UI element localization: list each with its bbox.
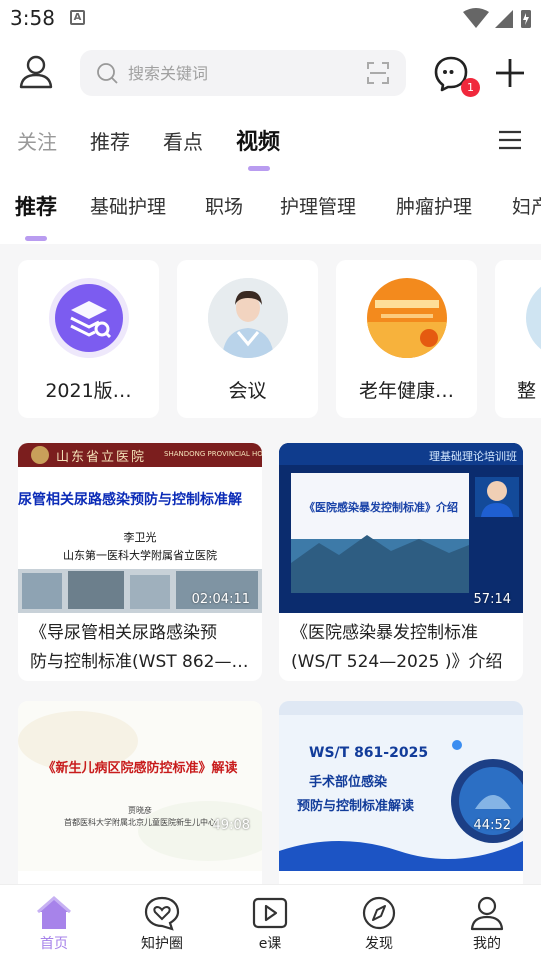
category-card[interactable]: 会议 — [177, 260, 318, 418]
subtab-indicator — [25, 236, 47, 241]
subtab-obstetrics[interactable]: 妇产 — [512, 192, 541, 219]
video-title-line: (WS/T 524—2025 )》介绍 — [291, 652, 503, 672]
thumb-banner: 理基础理论培训班 — [429, 450, 517, 463]
video-duration: 49:08 — [212, 818, 250, 833]
nav-mine[interactable]: 我的 — [447, 895, 527, 959]
video-card[interactable]: 山东省立医院 SHANDONG PROVINCIAL HO 尿管相关尿路感染预防… — [18, 443, 262, 681]
tab-follow[interactable]: 关注 — [17, 126, 57, 155]
subtab-workplace[interactable]: 职场 — [205, 192, 243, 219]
top-bar: 1 — [0, 36, 541, 110]
video-card[interactable]: 《新生儿病区院感防控标准》解读 贾晓彦 首都医科大学附属北京儿童医院新生儿中心 … — [18, 701, 262, 901]
search-bar[interactable] — [80, 50, 406, 96]
video-thumbnail: 理基础理论培训班 《医院感染暴发控制标准》介绍 57:14 — [279, 443, 523, 613]
elderly-health-banner — [367, 278, 447, 358]
app-screen: 3:58 A 1 — [0, 0, 541, 963]
status-icons — [463, 8, 531, 28]
video-duration: 44:52 — [473, 818, 511, 833]
nav-label: 首页 — [40, 936, 68, 952]
play-icon — [252, 897, 288, 929]
video-title-line: 《导尿管相关尿路感染预 — [30, 623, 217, 643]
status-time: 3:58 — [10, 6, 55, 30]
nav-home[interactable]: 首页 — [14, 895, 94, 959]
compass-icon — [362, 896, 396, 930]
meeting-photo — [208, 278, 288, 358]
thumb-org: 山东第一医科大学附属省立医院 — [63, 549, 217, 562]
video-title-line: 《医院感染暴发控制标准 — [291, 623, 478, 643]
nav-discover[interactable]: 发现 — [339, 895, 419, 959]
tab-video[interactable]: 视频 — [236, 124, 280, 156]
category-card[interactable]: 老年健康… — [336, 260, 477, 418]
menu-icon[interactable] — [498, 128, 522, 152]
video-title: 《医院感染暴发控制标准 (WS/T 524—2025 )》介绍 — [291, 619, 513, 677]
category-label: 整 — [517, 380, 537, 402]
nav-ecourse[interactable]: e课 — [230, 895, 310, 959]
subtab-nursing-management[interactable]: 护理管理 — [280, 192, 356, 219]
subtab-oncology-nursing[interactable]: 肿瘤护理 — [396, 192, 472, 219]
thumb-heading: 《新生儿病区院感防控标准》解读 — [42, 761, 238, 776]
nav-circle[interactable]: 知护圈 — [122, 895, 202, 959]
nav-label: 我的 — [473, 936, 501, 952]
category-card[interactable]: 整 — [495, 260, 541, 418]
tab-highlights[interactable]: 看点 — [163, 126, 203, 155]
notification-a-icon: A — [70, 10, 85, 25]
video-duration: 02:04:11 — [191, 592, 250, 607]
video-title-line: 防与控制标准(WST 862—2… — [30, 652, 252, 672]
thumb-line2: 手术部位感染 — [309, 775, 388, 790]
profile-icon[interactable] — [18, 54, 54, 90]
nav-label: 发现 — [365, 936, 393, 952]
scan-icon[interactable] — [366, 61, 390, 85]
video-card[interactable]: WS/T 861-2025 手术部位感染 预防与控制标准解读 44:52 — [279, 701, 523, 901]
tab-recommend[interactable]: 推荐 — [90, 126, 130, 155]
video-duration: 57:14 — [473, 592, 511, 607]
person-icon — [470, 896, 504, 931]
category-card[interactable]: 2021版… — [18, 260, 159, 418]
category-label: 2021版… — [45, 380, 132, 402]
category-label: 会议 — [228, 380, 267, 402]
category-image — [526, 278, 541, 358]
heart-chat-icon — [144, 896, 180, 931]
subtab-basic-nursing[interactable]: 基础护理 — [90, 192, 166, 219]
thumb-line1: WS/T 861-2025 — [309, 745, 429, 761]
search-input[interactable] — [128, 50, 348, 96]
status-bar: 3:58 A — [0, 0, 541, 36]
search-icon — [97, 63, 118, 84]
video-card[interactable]: 理基础理论培训班 《医院感染暴发控制标准》介绍 57:14 《医院感染暴发控制标… — [279, 443, 523, 681]
thumb-line3: 预防与控制标准解读 — [297, 799, 415, 814]
tab-indicator — [248, 166, 270, 171]
thumb-heading: 尿管相关尿路感染预防与控制标准解 — [18, 492, 242, 508]
hospital-name: 山东省立医院 — [56, 450, 147, 465]
layers-icon — [49, 278, 129, 358]
hospital-name-en: SHANDONG PROVINCIAL HO — [164, 450, 262, 458]
nav-label: 知护圈 — [141, 936, 183, 952]
home-icon — [37, 896, 71, 929]
video-thumbnail: 山东省立医院 SHANDONG PROVINCIAL HO 尿管相关尿路感染预防… — [18, 443, 262, 613]
nav-label: e课 — [258, 936, 282, 952]
add-icon[interactable] — [493, 56, 527, 90]
main-tabs: 关注 推荐 看点 视频 — [0, 110, 541, 172]
thumb-heading: 《医院感染暴发控制标准》介绍 — [304, 501, 458, 514]
bottom-nav: 首页 知护圈 e课 发现 我的 — [0, 884, 541, 963]
thumb-speaker: 贾晓彦 — [128, 806, 152, 815]
thumb-speaker: 李卫光 — [123, 531, 157, 544]
message-badge: 1 — [461, 78, 480, 97]
subtab-recommend[interactable]: 推荐 — [15, 191, 57, 221]
video-title: 《导尿管相关尿路感染预 防与控制标准(WST 862—2… — [30, 619, 252, 677]
sub-tabs: 推荐 基础护理 职场 护理管理 肿瘤护理 妇产 — [0, 172, 541, 244]
category-label: 老年健康… — [358, 380, 454, 402]
category-strip: 2021版… 会议 老年健康… 整 — [0, 258, 541, 428]
video-thumbnail: 《新生儿病区院感防控标准》解读 贾晓彦 首都医科大学附属北京儿童医院新生儿中心 … — [18, 701, 262, 871]
video-thumbnail: WS/T 861-2025 手术部位感染 预防与控制标准解读 44:52 — [279, 701, 523, 871]
